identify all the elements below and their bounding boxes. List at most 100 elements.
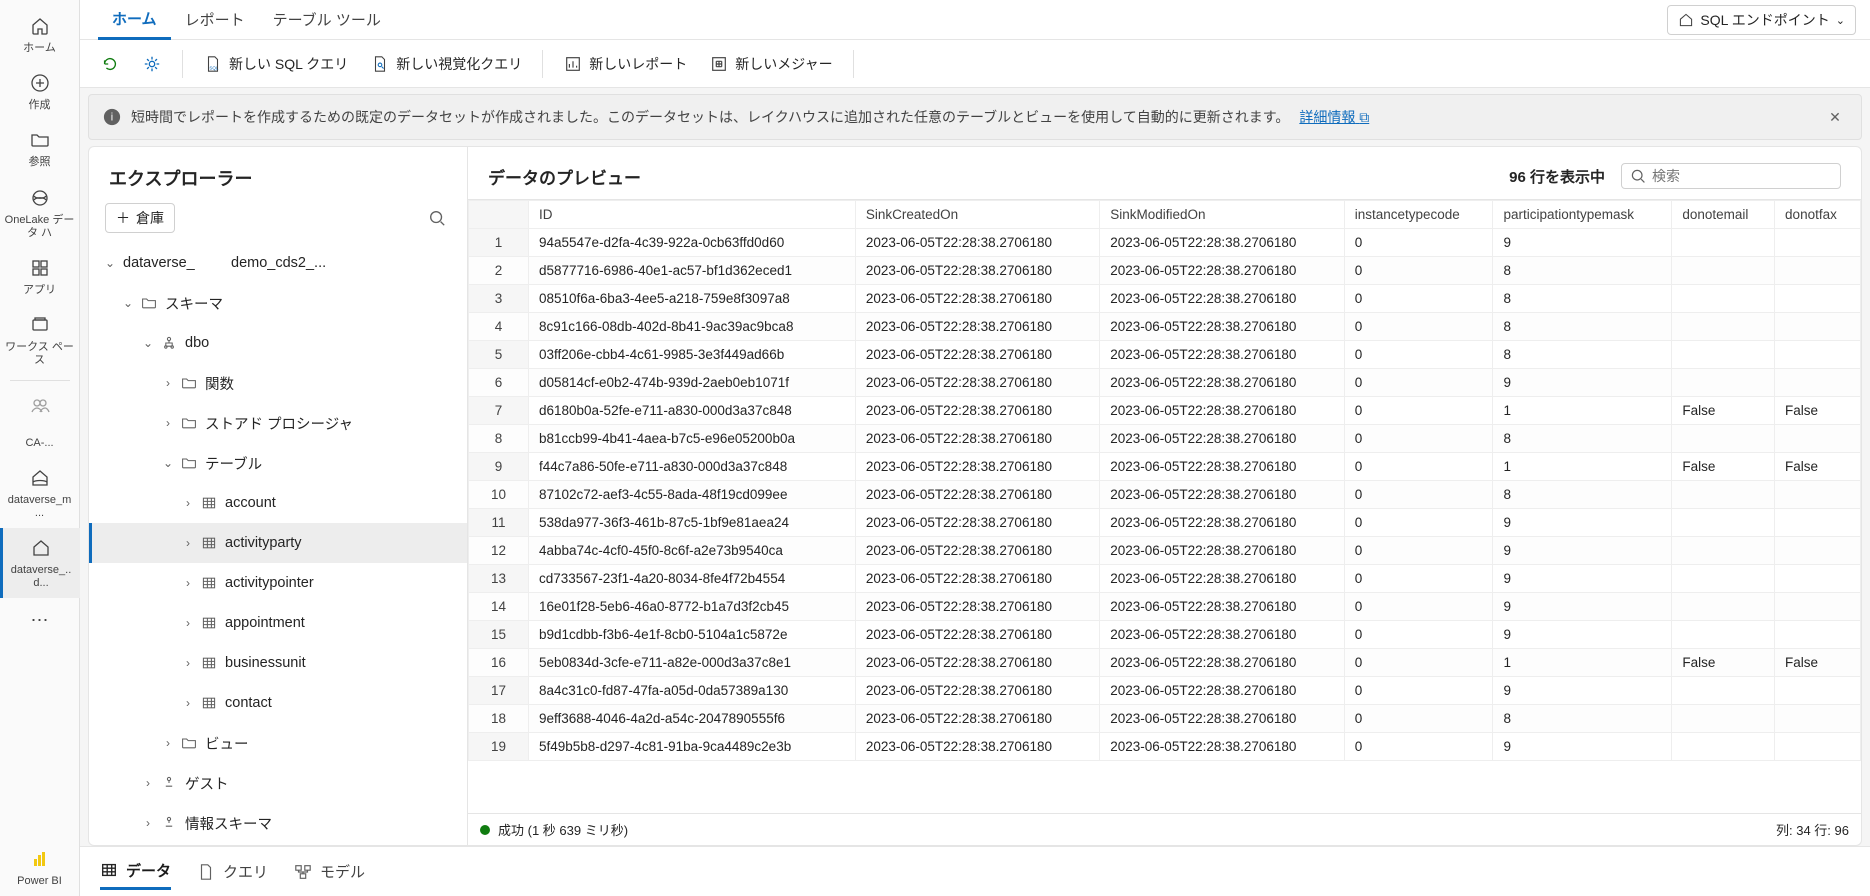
table-cell: 0 [1344,593,1493,621]
ellipsis-icon: ⋯ [31,610,49,632]
table-row[interactable]: 13cd733567-23f1-4a20-8034-8fe4f72b455420… [469,565,1861,593]
table-cell [1775,593,1861,621]
btab-data[interactable]: データ [100,854,171,890]
data-grid[interactable]: IDSinkCreatedOnSinkModifiedOninstancetyp… [468,199,1861,813]
table-cell [1672,369,1775,397]
table-row[interactable]: 503ff206e-cbb4-4c61-9985-3e3f449ad66b202… [469,341,1861,369]
table-cell [1672,705,1775,733]
table-cell: 03ff206e-cbb4-4c61-9985-3e3f449ad66b [529,341,856,369]
chevron-right-icon: › [179,616,197,630]
tree-node-guest[interactable]: ›ゲスト [89,763,467,803]
explorer-search-button[interactable] [423,204,451,232]
col-header[interactable]: SinkModifiedOn [1100,201,1344,229]
table-cell [1775,285,1861,313]
col-header[interactable]: instancetypecode [1344,201,1493,229]
preview-search[interactable] [1621,163,1841,189]
rail-dv-selected[interactable]: dataverse_.. d... [0,528,80,598]
endpoint-dropdown[interactable]: SQL エンドポイント ⌄ [1667,5,1856,35]
table-cell: 14 [469,593,529,621]
table-cell: 12 [469,537,529,565]
table-cell: 2023-06-05T22:28:38.2706180 [855,229,1099,257]
tree-table-activityparty[interactable]: ›activityparty [89,523,467,563]
btab-query[interactable]: クエリ [197,855,268,888]
tab-home[interactable]: ホーム [98,0,171,40]
rail-more[interactable]: ⋯ [5,598,75,644]
table-row[interactable]: 9f44c7a86-50fe-e711-a830-000d3a37c848202… [469,453,1861,481]
tree-node-infoschema[interactable]: ›情報スキーマ [89,803,467,843]
table-cell: 11 [469,509,529,537]
table-row[interactable]: 1087102c72-aef3-4c55-8ada-48f19cd099ee20… [469,481,1861,509]
new-measure-button[interactable]: 新しいメジャー [703,50,838,78]
table-cell [1672,565,1775,593]
rail-browse[interactable]: 参照 [5,120,75,177]
new-visual-query-button[interactable]: 新しい視覚化クエリ [364,50,528,78]
rail-onelake[interactable]: OneLake データ ハ [5,178,75,248]
table-row[interactable]: 165eb0834d-3cfe-e711-a82e-000d3a37c8e120… [469,649,1861,677]
table-cell: False [1775,397,1861,425]
new-sql-query-button[interactable]: SQL新しい SQL クエリ [197,50,354,78]
rail-powerbi[interactable]: Power BI [5,839,75,896]
chevron-right-icon: › [179,536,197,550]
table-row[interactable]: 48c91c166-08db-402d-8b41-9ac39ac9bca8202… [469,313,1861,341]
tree-node-views[interactable]: ›ビュー [89,723,467,763]
table-row[interactable]: 2d5877716-6986-40e1-ac57-bf1d362eced1202… [469,257,1861,285]
tree-table-appointment[interactable]: ›appointment [89,603,467,643]
table-row[interactable]: 308510f6a-6ba3-4ee5-a218-759e8f3097a8202… [469,285,1861,313]
col-header[interactable]: SinkCreatedOn [855,201,1099,229]
col-header[interactable]: donotfax [1775,201,1861,229]
table-cell: 2023-06-05T22:28:38.2706180 [855,341,1099,369]
tree-node-tables[interactable]: ⌄テーブル [89,443,467,483]
rail-apps[interactable]: アプリ [5,248,75,305]
rail-create[interactable]: 作成 [5,63,75,120]
preview-search-input[interactable] [1652,168,1833,184]
table-cell: 8 [1493,313,1672,341]
btab-model[interactable]: モデル [294,855,365,888]
tree-node-dbo[interactable]: ⌄dbo [89,323,467,363]
table-row[interactable]: 7d6180b0a-52fe-e711-a830-000d3a37c848202… [469,397,1861,425]
table-row[interactable]: 195f49b5b8-d297-4c81-91ba-9ca4489c2e3b20… [469,733,1861,761]
col-header[interactable]: participationtypemask [1493,201,1672,229]
table-row[interactable]: 194a5547e-d2fa-4c39-922a-0cb63ffd0d60202… [469,229,1861,257]
table-row[interactable]: 124abba74c-4cf0-45f0-8c6f-a2e73b9540ca20… [469,537,1861,565]
table-cell: 2023-06-05T22:28:38.2706180 [855,397,1099,425]
tree-table-contact[interactable]: ›contact [89,683,467,723]
rail-ca[interactable]: CA-... [5,429,75,458]
table-cell: 9 [469,453,529,481]
tree-node-schema[interactable]: ⌄スキーマ [89,283,467,323]
tab-tabletools[interactable]: テーブル ツール [259,0,395,40]
table-cell: 2023-06-05T22:28:38.2706180 [855,649,1099,677]
new-report-button[interactable]: 新しいレポート [557,50,693,78]
table-cell [1775,509,1861,537]
add-warehouse-button[interactable]: ＋倉庫 [105,203,175,233]
tree-table-activitypointer[interactable]: ›activitypointer [89,563,467,603]
col-header[interactable]: donotemail [1672,201,1775,229]
tree-node-database[interactable]: ⌄dataverse_ demo_cds2_... [89,243,467,283]
table-row[interactable]: 189eff3688-4046-4a2d-a54c-2047890555f620… [469,705,1861,733]
col-header[interactable]: ID [529,201,856,229]
table-cell: 19 [469,733,529,761]
rail-group[interactable] [5,385,75,429]
table-row[interactable]: 6d05814cf-e0b2-474b-939d-2aeb0eb1071f202… [469,369,1861,397]
rail-home[interactable]: ホーム [5,6,75,63]
tab-report[interactable]: レポート [171,0,259,40]
refresh-button[interactable] [94,50,126,78]
table-cell: 2023-06-05T22:28:38.2706180 [855,621,1099,649]
tree-table-account[interactable]: ›account [89,483,467,523]
table-row[interactable]: 1416e01f28-5eb6-46a0-8772-b1a7d3f2cb4520… [469,593,1861,621]
table-row[interactable]: 15b9d1cdbb-f3b6-4e1f-8cb0-5104a1c5872e20… [469,621,1861,649]
tree-node-sprocs[interactable]: ›ストアド プロシージャ [89,403,467,443]
table-row[interactable]: 11538da977-36f3-461b-87c5-1bf9e81aea2420… [469,509,1861,537]
rail-workspaces[interactable]: ワークス ペース [5,305,75,375]
rail-dvm[interactable]: dataverse_m ... [5,458,75,528]
left-rail: ホーム 作成 参照 OneLake データ ハ アプリ ワークス ペース CA-… [0,0,80,896]
col-rownum[interactable] [469,201,529,229]
info-close-button[interactable]: ✕ [1823,105,1847,129]
tree-node-functions[interactable]: ›関数 [89,363,467,403]
tree-table-businessunit[interactable]: ›businessunit [89,643,467,683]
table-cell: 8 [1493,425,1672,453]
table-row[interactable]: 178a4c31c0-fd87-47fa-a05d-0da57389a13020… [469,677,1861,705]
table-row[interactable]: 8b81ccb99-4b41-4aea-b7c5-e96e05200b0a202… [469,425,1861,453]
settings-button[interactable] [136,50,168,78]
table-cell: d6180b0a-52fe-e711-a830-000d3a37c848 [529,397,856,425]
info-link[interactable]: 詳細情報 ⧉ [1299,107,1369,127]
